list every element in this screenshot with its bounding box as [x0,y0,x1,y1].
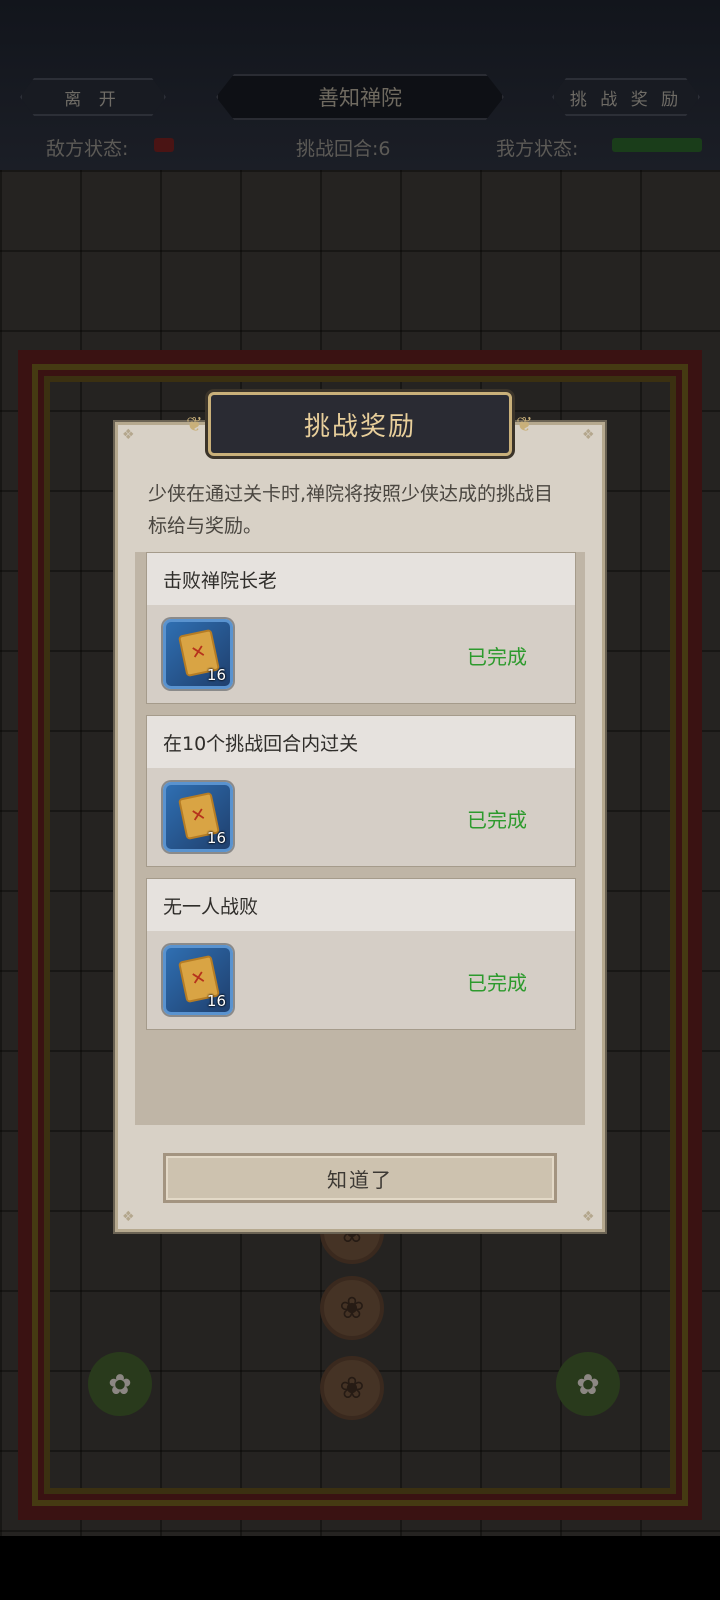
reward-quantity: 16 [206,992,226,1010]
corner-ornament-icon: ❖ [122,1209,135,1225]
round-counter: 挑战回合:6 [296,138,391,160]
reward-item[interactable]: 16 [163,619,233,689]
reward-item[interactable]: 16 [163,945,233,1015]
goal-status: 已完成 [467,645,527,669]
reward-quantity: 16 [206,829,226,847]
enemy-status-label: 敌方状态: [46,138,129,160]
goal-status: 已完成 [467,808,527,832]
our-status-indicator [612,138,702,152]
goal-card: 击败禅院长老 16 已完成 [146,552,576,704]
corner-ornament-icon: ❖ [582,1209,595,1225]
corner-ornament-icon: ❖ [122,427,135,443]
confirm-button[interactable]: 知道了 [163,1153,557,1203]
our-status-label: 我方状态: [496,138,579,160]
title-ornament-icon: ❦ [516,412,533,436]
challenge-rewards-button[interactable]: 挑 战 奖 励 [552,78,700,116]
location-title: 善知禅院 [216,74,504,120]
goal-card: 在10个挑战回合内过关 16 已完成 [146,715,576,867]
reward-item[interactable]: 16 [163,782,233,852]
goal-status: 已完成 [467,971,527,995]
goal-name: 在10个挑战回合内过关 [147,716,575,768]
goal-name: 无一人战败 [147,879,575,931]
enemy-status-indicator [154,138,174,152]
dialog-description: 少侠在通过关卡时,禅院将按照少侠达成的挑战目标给与奖励。 [148,483,554,537]
corner-ornament-icon: ❖ [582,427,595,443]
leave-button[interactable]: 离 开 [20,78,166,116]
reward-quantity: 16 [206,666,226,684]
title-ornament-icon: ❦ [186,412,203,436]
bottom-bar [0,1536,720,1600]
goal-card: 无一人战败 16 已完成 [146,878,576,1030]
dialog-title: 挑战奖励 [208,392,512,456]
goal-name: 击败禅院长老 [147,553,575,605]
